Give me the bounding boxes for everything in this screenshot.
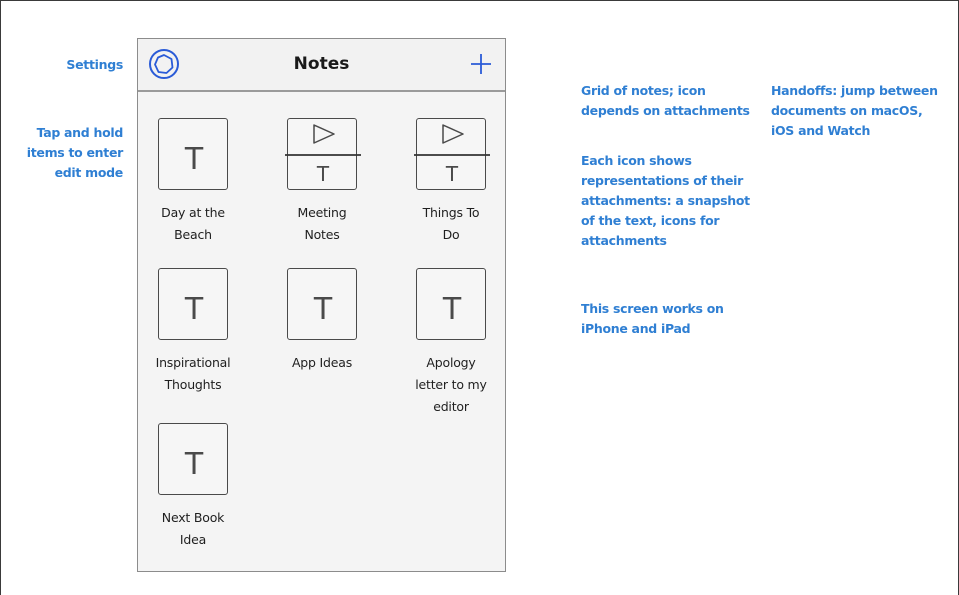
page-title: Notes — [293, 54, 350, 74]
note-thumbnail: T — [416, 268, 486, 340]
annotation-line: This screen works on — [581, 301, 724, 316]
text-icon: T — [184, 292, 204, 327]
note-title-line: Day at the — [161, 205, 225, 220]
note-title: Meeting Notes — [267, 202, 377, 246]
note-title-line: letter to my — [415, 377, 487, 392]
note-item[interactable]: T Inspirational Thoughts — [138, 268, 248, 396]
annotation-line: attachments — [581, 233, 667, 248]
plus-icon — [471, 54, 491, 74]
note-title: Inspirational Thoughts — [138, 352, 248, 396]
annotation-platforms: This screen works on iPhone and iPad — [581, 299, 751, 339]
note-item[interactable]: T Apology letter to my editor — [396, 268, 506, 418]
note-title-line: Inspirational — [155, 355, 231, 370]
annotation-line: Grid of notes; icon — [581, 83, 706, 98]
phone-screen: Notes T Day at the Beach T Meeting Notes T Thin… — [137, 38, 506, 572]
annotation-line: of the text, icons for — [581, 213, 720, 228]
annotation-line: edit mode — [54, 165, 124, 180]
note-title-line: Meeting — [297, 205, 347, 220]
annotation-grid: Grid of notes; icon depends on attachmen… — [581, 81, 751, 121]
note-item[interactable]: T Day at the Beach — [138, 118, 248, 246]
note-thumbnail: T — [285, 118, 361, 190]
note-thumbnail: T — [414, 118, 490, 190]
play-icon — [313, 124, 335, 144]
annotation-line: items to enter — [26, 145, 124, 160]
note-title-line: App Ideas — [291, 355, 353, 370]
annotation-line: Each icon shows — [581, 153, 692, 168]
text-glyph: T — [445, 162, 459, 186]
note-title: Day at the Beach — [138, 202, 248, 246]
annotation-line: iPhone and iPad — [581, 321, 691, 336]
wireframe-canvas: Settings Tap and hold items to enter edi… — [0, 0, 959, 595]
text-icon: T — [184, 142, 204, 177]
text-glyph: T — [184, 142, 204, 177]
text-glyph: T — [313, 292, 333, 327]
annotation-icons: Each icon shows representations of their… — [581, 151, 756, 251]
note-title: App Ideas — [267, 352, 377, 374]
note-title-line: editor — [433, 399, 469, 414]
text-icon: T — [184, 447, 204, 482]
annotation-line: Handoffs: jump between — [771, 83, 938, 98]
play-attachment-text-icon: T — [285, 124, 361, 186]
note-item[interactable]: T Next Book Idea — [138, 423, 248, 551]
note-title-line: Apology — [426, 355, 476, 370]
add-note-button[interactable] — [469, 52, 493, 76]
note-title-line: Notes — [304, 227, 340, 242]
note-item[interactable]: T Things To Do — [396, 118, 506, 246]
annotation-line: representations of their — [581, 173, 743, 188]
text-glyph: T — [184, 292, 204, 327]
text-glyph: T — [442, 292, 462, 327]
note-title-line: Things To — [422, 205, 480, 220]
note-title-line: Idea — [179, 532, 207, 547]
note-title-line: Thoughts — [164, 377, 222, 392]
note-item[interactable]: T App Ideas — [267, 268, 377, 374]
note-item[interactable]: T Meeting Notes — [267, 118, 377, 246]
text-icon: T — [313, 292, 333, 327]
annotation-line: iOS and Watch — [771, 123, 871, 138]
note-title-line: Do — [442, 227, 460, 242]
text-glyph: T — [316, 162, 330, 186]
annotation-line: depends on attachments — [581, 103, 750, 118]
note-thumbnail: T — [158, 268, 228, 340]
note-title: Apology letter to my editor — [396, 352, 506, 418]
note-title: Next Book Idea — [138, 507, 248, 551]
note-title-line: Next Book — [161, 510, 225, 525]
text-icon: T — [442, 292, 462, 327]
annotation-tap-hold: Tap and hold items to enter edit mode — [15, 123, 124, 183]
play-attachment-text-icon: T — [414, 124, 490, 186]
play-icon — [442, 124, 464, 144]
annotation-settings: Settings — [66, 57, 123, 72]
note-thumbnail: T — [158, 118, 228, 190]
note-thumbnail: T — [287, 268, 357, 340]
text-glyph: T — [184, 447, 204, 482]
navigation-bar: Notes — [138, 39, 505, 92]
note-title-line: Beach — [174, 227, 212, 242]
annotation-line: Tap and hold — [36, 125, 124, 140]
annotation-line: documents on macOS, — [771, 103, 923, 118]
note-title: Things To Do — [396, 202, 506, 246]
annotation-line: attachments: a snapshot — [581, 193, 750, 208]
annotation-handoffs: Handoffs: jump between documents on macO… — [771, 81, 946, 141]
note-thumbnail: T — [158, 423, 228, 495]
